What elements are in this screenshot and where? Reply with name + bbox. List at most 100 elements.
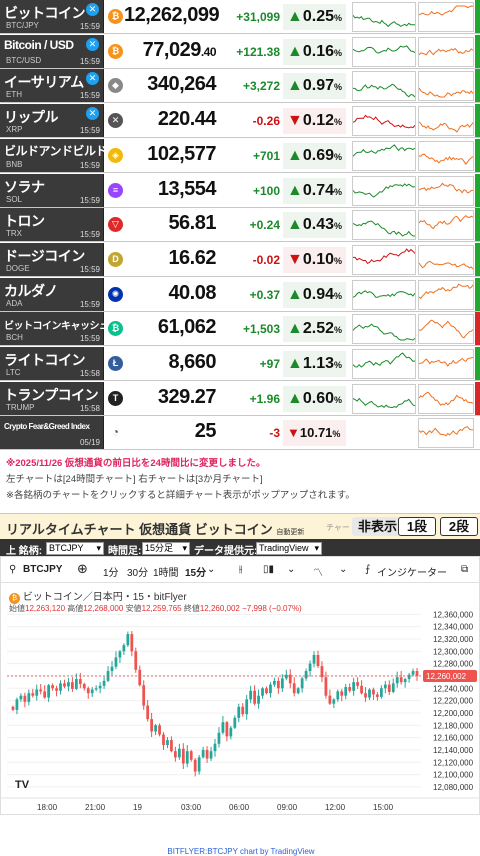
chart-3m[interactable] bbox=[418, 140, 474, 171]
crypto-ticker-table: ビットコイン BTC/JPY 15:59 ✕ ₿ 12,262,099 +31,099 ▲0.… bbox=[0, 0, 480, 453]
arrow-up-icon: ▲ bbox=[287, 146, 303, 164]
candle-body bbox=[71, 682, 74, 689]
x-share-icon[interactable]: ✕ bbox=[86, 107, 99, 121]
coin-name-cell[interactable]: トランプコイン TRUMP 15:58 bbox=[0, 381, 104, 415]
trend-bar bbox=[475, 173, 480, 207]
coin-symbol: BTC/USD bbox=[6, 55, 42, 65]
candle-body bbox=[174, 751, 177, 758]
chart-24h[interactable] bbox=[352, 36, 416, 67]
add-symbol-icon[interactable]: ⊕ bbox=[77, 561, 88, 577]
coin-name-cell[interactable]: リップル XRP 15:59 ✕ bbox=[0, 104, 104, 138]
percent-unit: % bbox=[333, 290, 342, 301]
sparkline-3m bbox=[418, 121, 474, 133]
candle-body bbox=[114, 657, 118, 667]
tv-symbol[interactable]: BTCJPY bbox=[23, 564, 62, 575]
coin-name-cell[interactable]: Crypto Fear&Greed Index 05/19 bbox=[0, 416, 104, 450]
chart-3m[interactable] bbox=[418, 279, 474, 310]
chart-24h[interactable] bbox=[352, 349, 416, 379]
coin-name-cell[interactable]: Bitcoin / USD BTC/USD 15:59 ✕ bbox=[0, 34, 104, 68]
popout-icon[interactable]: ⧉ bbox=[461, 564, 468, 575]
price-main: 25 bbox=[194, 420, 217, 443]
open-value: 12,263,120 bbox=[25, 604, 66, 613]
coin-name-cell[interactable]: ビットコインキャッシュ BCH 15:59 bbox=[0, 312, 109, 346]
candle-body bbox=[344, 687, 348, 696]
chart-style-dropdown-icon[interactable]: ⌄ bbox=[339, 564, 347, 575]
chart-3m[interactable] bbox=[418, 210, 474, 241]
coin-name-cell[interactable]: ビルドアンドビルド BNB 15:59 bbox=[0, 138, 108, 172]
percent-change: ▼0.12% bbox=[283, 108, 346, 135]
chart-24h[interactable] bbox=[352, 244, 416, 275]
candles-icon[interactable]: ▯▮ bbox=[263, 564, 274, 575]
interval-dropdown-icon[interactable]: ⌄ bbox=[207, 564, 215, 575]
one-row-button[interactable]: 1段 bbox=[398, 517, 436, 536]
sparkline bbox=[352, 83, 416, 98]
x-share-icon[interactable]: ✕ bbox=[86, 72, 99, 86]
chart-3m[interactable] bbox=[418, 71, 474, 102]
sparkline-3m bbox=[418, 215, 474, 230]
chart-24h[interactable] bbox=[352, 314, 416, 345]
y-tick-label: 12,140,000 bbox=[433, 746, 474, 755]
chart-3m[interactable] bbox=[418, 175, 474, 206]
x-tick-label: 06:00 bbox=[229, 803, 250, 812]
indicators-button[interactable]: インジケーター bbox=[377, 564, 447, 579]
chart-3m[interactable] bbox=[418, 314, 474, 345]
tv-toolbar: ⚲ BTCJPY ⊕ 1分 30分 1時間 15分 ⌄ ⫲ ▯▮ ⌄ 〽 ⌄ ⨍… bbox=[1, 557, 479, 583]
x-share-icon[interactable]: ✕ bbox=[86, 37, 99, 51]
indicators-icon[interactable]: ⨍ bbox=[365, 564, 370, 575]
chart-3m[interactable] bbox=[418, 106, 474, 137]
chart-3m[interactable] bbox=[418, 418, 474, 449]
sparkline bbox=[352, 182, 416, 198]
interval-select[interactable]: 15分足 ▾ bbox=[142, 542, 190, 555]
chart-24h[interactable] bbox=[352, 140, 416, 171]
candle-body bbox=[82, 683, 86, 689]
sparkline-24h bbox=[352, 44, 416, 54]
chart-24h[interactable] bbox=[352, 71, 416, 102]
two-row-button[interactable]: 2段 bbox=[440, 517, 478, 536]
chart-3m[interactable] bbox=[418, 36, 474, 67]
high-label: 高値 bbox=[67, 604, 84, 613]
chart-type-dropdown-icon[interactable]: ⌄ bbox=[287, 564, 295, 575]
search-icon[interactable]: ⚲ bbox=[9, 564, 16, 575]
chart-3m[interactable] bbox=[418, 349, 474, 379]
chart-3m[interactable] bbox=[418, 383, 474, 414]
coin-name-cell[interactable]: トロン TRX 15:59 bbox=[0, 208, 104, 242]
x-share-icon[interactable]: ✕ bbox=[86, 3, 99, 16]
tv-credit-link[interactable]: BITFLYER:BTCJPY chart by TradingView bbox=[1, 847, 480, 856]
provider-select[interactable]: TradingView ▾ bbox=[256, 542, 322, 555]
change-value: -0.26 bbox=[252, 114, 280, 129]
sparkline bbox=[418, 121, 474, 133]
candle-body bbox=[280, 678, 284, 689]
candle-body bbox=[51, 685, 54, 689]
candle-body bbox=[379, 688, 383, 697]
coin-name-cell[interactable]: カルダノ ADA 15:59 bbox=[0, 277, 104, 311]
chart-24h[interactable] bbox=[352, 106, 416, 137]
chart-24h[interactable] bbox=[352, 210, 416, 241]
symbol-select[interactable]: BTCJPY ▾ bbox=[46, 542, 104, 555]
coin-name-cell[interactable]: ビットコイン BTC/JPY 15:59 ✕ bbox=[0, 0, 104, 33]
interval-30m[interactable]: 30分 bbox=[127, 564, 148, 579]
sparkline bbox=[418, 5, 474, 16]
coin-name-cell[interactable]: ライトコイン LTC 15:58 bbox=[0, 347, 104, 380]
interval-1m[interactable]: 1分 bbox=[103, 564, 119, 579]
chart-24h[interactable] bbox=[352, 279, 416, 310]
chart-24h[interactable] bbox=[352, 175, 416, 206]
hide-chart-button[interactable]: 非表示 bbox=[352, 517, 404, 536]
interval-15m[interactable]: 15分 bbox=[185, 564, 206, 579]
area-chart-icon[interactable]: 〽 bbox=[313, 564, 323, 579]
coin-name-cell[interactable]: ソラナ SOL 15:59 bbox=[0, 173, 104, 207]
interval-1h[interactable]: 1時間 bbox=[153, 564, 179, 579]
chart-3m[interactable] bbox=[418, 244, 474, 275]
high-value: 12,268,000 bbox=[83, 604, 124, 613]
coin-name-cell[interactable]: ドージコイン DOGE 15:59 bbox=[0, 242, 104, 276]
sparkline-24h bbox=[352, 397, 416, 408]
change-value: −7,998 (−0.07%) bbox=[242, 604, 302, 613]
bar-style-icon[interactable]: ⫲ bbox=[239, 564, 242, 575]
chart-24h[interactable] bbox=[352, 383, 416, 414]
candle-body bbox=[348, 687, 352, 691]
coin-name-cell[interactable]: イーサリアム ETH 15:59 ✕ bbox=[0, 69, 104, 103]
candlestick-chart[interactable]: 12,360,000 12,340,000 12,320,000 12,300,000… bbox=[1, 584, 479, 814]
percent-unit: % bbox=[333, 117, 342, 128]
chart-3m[interactable] bbox=[418, 2, 474, 32]
candle-body bbox=[253, 690, 256, 704]
chart-24h[interactable] bbox=[352, 2, 416, 32]
